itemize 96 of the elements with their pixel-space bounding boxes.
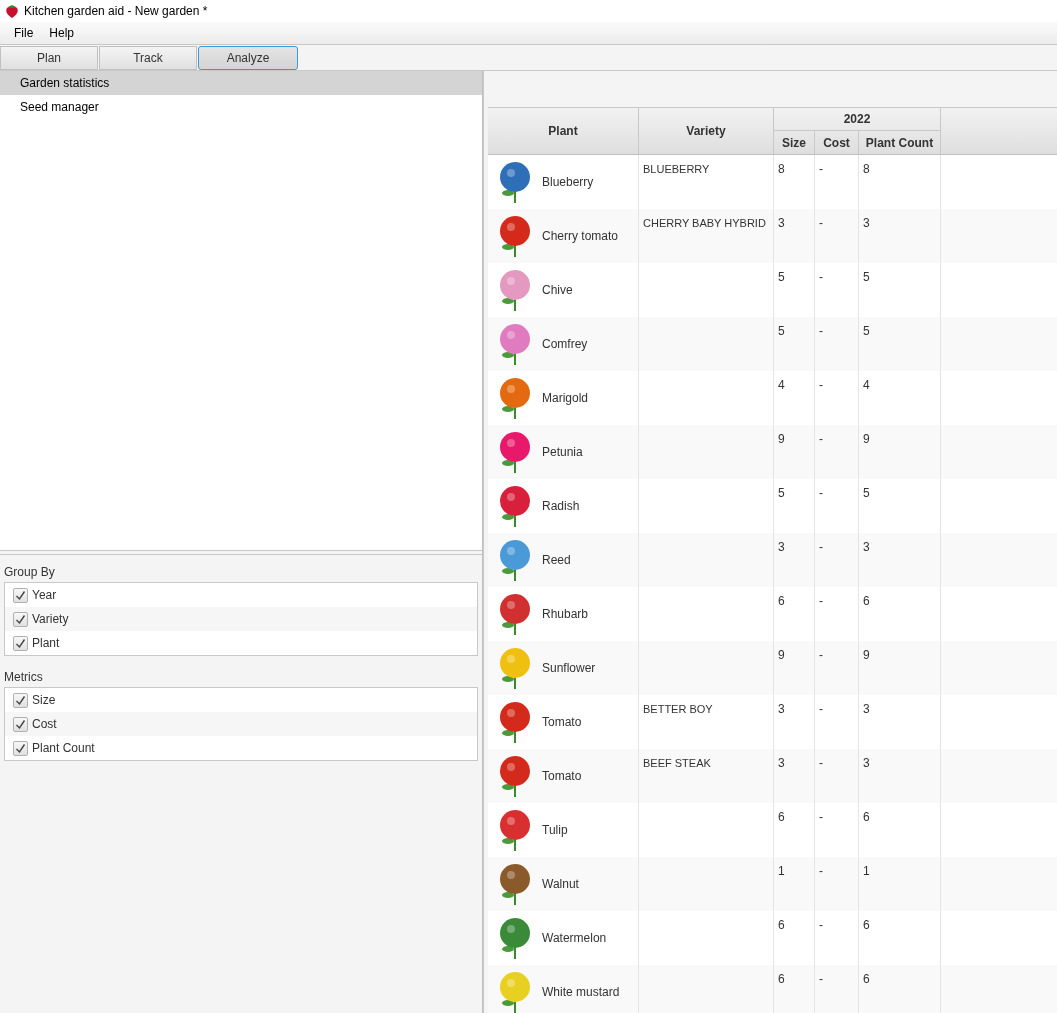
variety-cell: CHERRY BABY HYBRID [643, 217, 766, 229]
cost-cell: - [819, 864, 823, 878]
cost-cell: - [819, 324, 823, 338]
plant-count-cell: 5 [863, 486, 870, 500]
plant-count-cell: 3 [863, 756, 870, 770]
section-label: Group By [4, 564, 56, 581]
size-cell: 3 [778, 702, 785, 716]
size-cell: 5 [778, 270, 785, 284]
plant-name: Cherry tomato [542, 228, 619, 245]
cost-cell: - [819, 216, 823, 230]
cost-cell: - [819, 918, 823, 932]
size-cell: 9 [778, 648, 785, 662]
cost-cell: - [819, 432, 823, 446]
column-header[interactable]: Variety [639, 108, 774, 154]
tab[interactable]: Plan [0, 45, 98, 70]
size-cell: 3 [778, 540, 785, 554]
plant-name: Tulip [542, 822, 568, 839]
size-cell: 3 [778, 216, 785, 230]
checkbox-label: Plant [32, 635, 60, 652]
plant-count-cell: 8 [863, 162, 870, 176]
plant-count-cell: 6 [863, 918, 870, 932]
checkbox[interactable] [13, 587, 28, 603]
checkbox-label: Variety [32, 611, 69, 628]
plant-count-cell: 6 [863, 972, 870, 986]
navigation-item[interactable]: Garden statistics [0, 71, 482, 95]
checkbox-label: Year [32, 587, 57, 604]
plant-name: Petunia [542, 444, 583, 461]
checkbox-label: Cost [32, 716, 57, 733]
cost-cell: - [819, 972, 823, 986]
cost-cell: - [819, 270, 823, 284]
tab[interactable]: Analyze [198, 45, 298, 70]
size-cell: 5 [778, 486, 785, 500]
plant-name: Blueberry [542, 174, 594, 191]
cost-cell: - [819, 702, 823, 716]
column-header[interactable]: Plant Count [859, 131, 940, 154]
plant-name: Tomato [542, 714, 582, 731]
plant-count-cell: 9 [863, 648, 870, 662]
size-cell: 1 [778, 864, 785, 878]
checkbox[interactable] [13, 635, 28, 651]
checkbox[interactable] [13, 692, 28, 708]
checkbox[interactable] [13, 740, 28, 756]
size-cell: 8 [778, 162, 785, 176]
checkbox-label: Size [32, 692, 56, 709]
size-cell: 3 [778, 756, 785, 770]
cost-cell: - [819, 486, 823, 500]
variety-cell: BLUEBERRY [643, 163, 710, 175]
column-header[interactable]: Cost [815, 131, 859, 154]
plant-count-cell: 3 [863, 540, 870, 554]
column-header[interactable]: Size [774, 131, 815, 154]
plant-name: Chive [542, 282, 573, 299]
plant-count-cell: 5 [863, 324, 870, 338]
cost-cell: - [819, 162, 823, 176]
column-header[interactable]: Plant [488, 108, 639, 154]
plant-name: Sunflower [542, 660, 596, 677]
checkbox-label: Plant Count [32, 740, 95, 757]
size-cell: 4 [778, 378, 785, 392]
plant-name: Comfrey [542, 336, 588, 353]
size-cell: 9 [778, 432, 785, 446]
plant-count-cell: 1 [863, 864, 870, 878]
size-cell: 6 [778, 810, 785, 824]
cost-cell: - [819, 810, 823, 824]
plant-name: Radish [542, 498, 580, 515]
size-cell: 6 [778, 972, 785, 986]
plant-count-cell: 4 [863, 378, 870, 392]
size-cell: 5 [778, 324, 785, 338]
plant-count-cell: 5 [863, 270, 870, 284]
plant-name: Rhubarb [542, 606, 589, 623]
size-cell: 6 [778, 594, 785, 608]
checkbox[interactable] [13, 611, 28, 627]
size-cell: 6 [778, 918, 785, 932]
cost-cell: - [819, 648, 823, 662]
cost-cell: - [819, 594, 823, 608]
cost-cell: - [819, 756, 823, 770]
strawberry-icon [4, 3, 20, 19]
plant-count-cell: 6 [863, 594, 870, 608]
tab[interactable]: Track [99, 45, 197, 70]
plant-count-cell: 6 [863, 810, 870, 824]
menu-item[interactable]: Help [43, 24, 81, 42]
window-title: Kitchen garden aid - New garden * [24, 3, 208, 20]
plant-name: Reed [542, 552, 571, 569]
plant-name: Marigold [542, 390, 589, 407]
plant-count-cell: 9 [863, 432, 870, 446]
plant-name: Watermelon [542, 930, 607, 947]
variety-cell: BEEF STEAK [643, 757, 711, 769]
column-group-header: 2022 [774, 108, 940, 131]
checkbox[interactable] [13, 716, 28, 732]
plant-name: White mustard [542, 984, 620, 1001]
cost-cell: - [819, 378, 823, 392]
plant-count-cell: 3 [863, 216, 870, 230]
section-label: Metrics [4, 669, 44, 686]
menu-item[interactable]: File [8, 24, 40, 42]
cost-cell: - [819, 540, 823, 554]
variety-cell: BETTER BOY [643, 703, 713, 715]
plant-name: Tomato [542, 768, 582, 785]
plant-count-cell: 3 [863, 702, 870, 716]
plant-name: Walnut [542, 876, 579, 893]
